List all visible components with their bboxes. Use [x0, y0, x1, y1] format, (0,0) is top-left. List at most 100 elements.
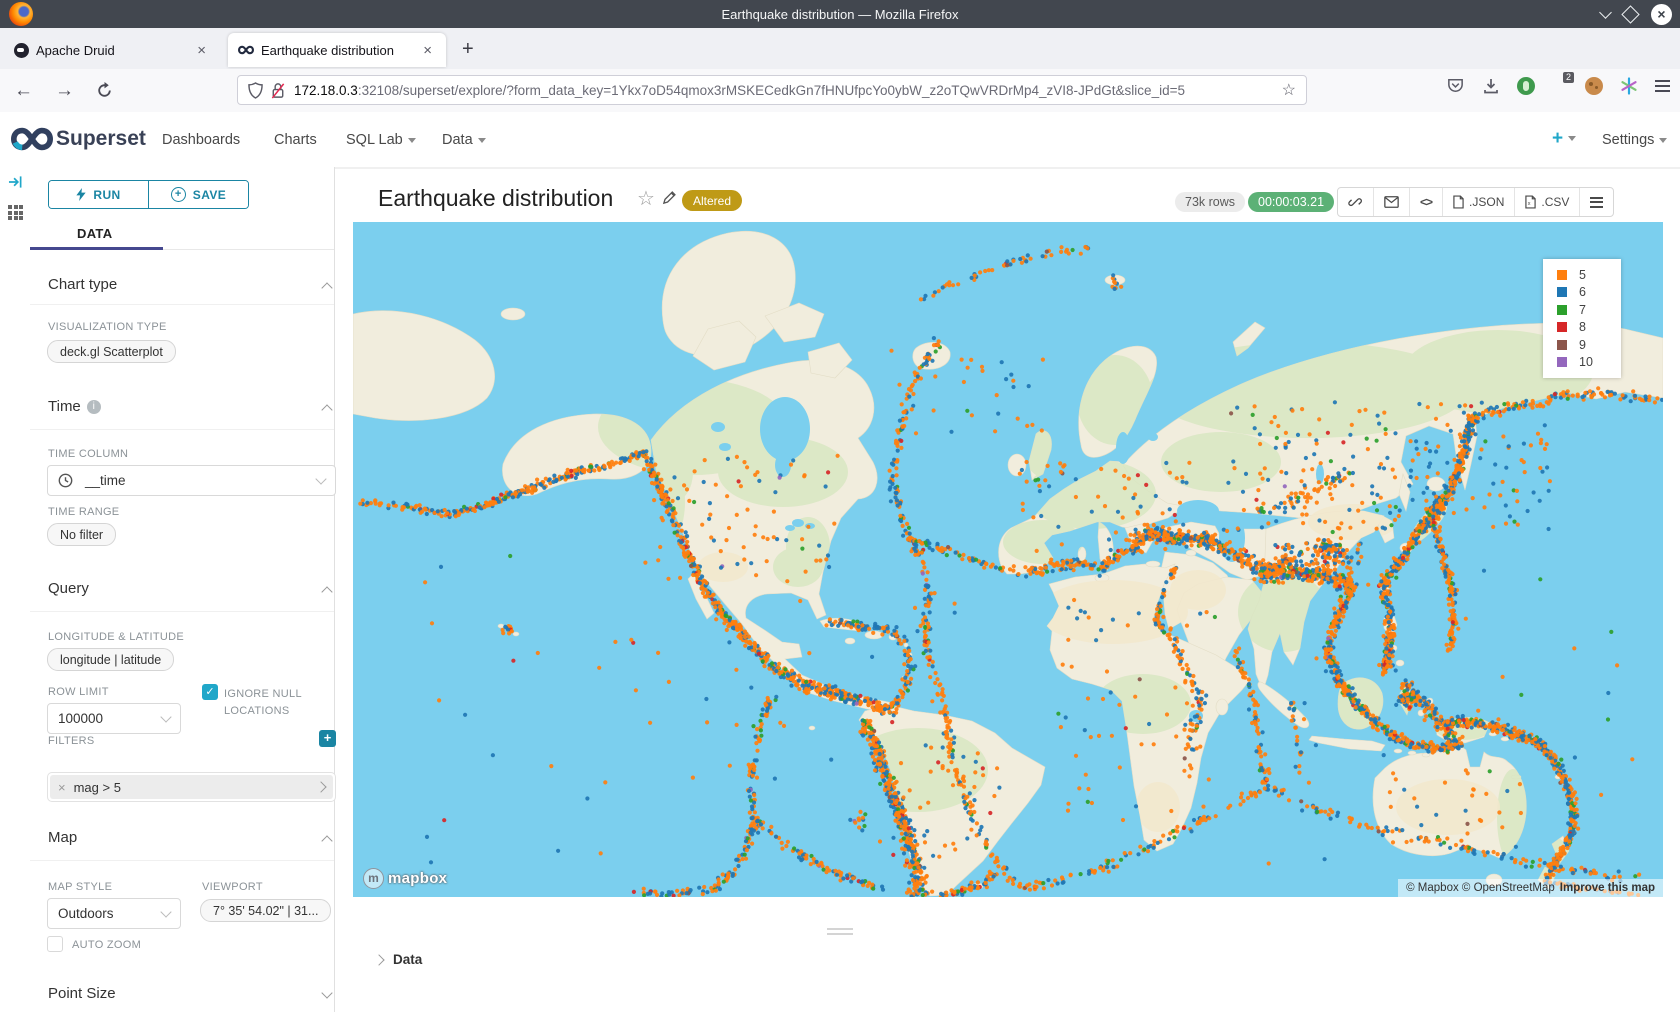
nav-data[interactable]: Data	[442, 132, 486, 148]
world-map[interactable]	[353, 222, 1663, 897]
email-button[interactable]	[1373, 188, 1409, 216]
auto-zoom-checkbox[interactable]	[47, 936, 63, 952]
run-button[interactable]: RUN	[49, 181, 148, 208]
brand-name[interactable]: Superset	[56, 127, 146, 151]
superset-logo[interactable]	[11, 126, 53, 152]
divider	[30, 860, 334, 861]
chevron-up-icon[interactable]	[321, 835, 332, 846]
dataset-grid-icon[interactable]	[8, 205, 23, 220]
chevron-right-icon	[373, 954, 384, 965]
svg-text:x: x	[1528, 201, 1531, 207]
nav-dashboards[interactable]: Dashboards	[162, 132, 240, 148]
improve-map-link[interactable]: Improve this map	[1560, 882, 1655, 894]
legend-swatch	[1557, 357, 1567, 367]
remove-filter-icon[interactable]: ×	[58, 780, 66, 795]
section-map[interactable]: Map	[48, 829, 77, 846]
firefox-window: Earthquake distribution — Mozilla Firefo…	[0, 0, 1680, 1012]
favorite-star-icon[interactable]: ☆	[637, 186, 655, 211]
ignore-null-checkbox[interactable]: ✓	[202, 684, 218, 700]
viewport-value[interactable]: 7° 35' 54.02" | 31...	[200, 899, 331, 922]
tab-apache-druid[interactable]: Apache Druid ×	[4, 33, 220, 67]
chart-menu-button[interactable]	[1579, 188, 1613, 216]
chevron-down-icon	[160, 711, 171, 722]
map-style-select[interactable]: Outdoors	[47, 898, 181, 929]
lock-insecure-icon[interactable]	[271, 82, 285, 99]
filter-chip[interactable]: × mag > 5	[50, 775, 333, 799]
legend-label: 9	[1579, 338, 1586, 352]
edit-pencil-icon[interactable]	[662, 190, 677, 205]
export-csv-button[interactable]: x .CSV	[1514, 188, 1579, 216]
shield-icon[interactable]	[248, 82, 263, 99]
window-maximize-icon[interactable]	[1621, 5, 1639, 23]
back-button[interactable]: ←	[14, 80, 33, 102]
section-query[interactable]: Query	[48, 580, 89, 597]
window-close-icon[interactable]: ×	[1651, 4, 1672, 25]
lonlat-value[interactable]: longitude | latitude	[47, 648, 174, 671]
section-point-size[interactable]: Point Size	[48, 985, 116, 1002]
mapbox-logo[interactable]: m mapbox	[363, 868, 447, 889]
mapbox-wordmark: mapbox	[388, 870, 447, 887]
embed-code-button[interactable]: <>	[1409, 188, 1442, 216]
collapse-panel-icon[interactable]	[8, 175, 23, 189]
chevron-up-icon[interactable]	[321, 586, 332, 597]
cookie-extension-icon[interactable]	[1585, 77, 1603, 95]
left-rail	[0, 167, 31, 1012]
tab-data[interactable]: DATA	[77, 226, 112, 241]
menu-icon[interactable]	[1655, 80, 1670, 92]
lonlat-label: LONGITUDE & LATITUDE	[48, 631, 184, 643]
chevron-up-icon[interactable]	[321, 282, 332, 293]
new-tab-button[interactable]: +	[462, 38, 474, 61]
reload-button[interactable]	[96, 82, 113, 99]
download-icon[interactable]	[1482, 77, 1500, 95]
viz-type-value[interactable]: deck.gl Scatterplot	[47, 340, 176, 363]
code-icon: <>	[1420, 195, 1432, 209]
window-title: Earthquake distribution — Mozilla Firefo…	[0, 7, 1680, 22]
data-panel-title: Data	[393, 952, 422, 967]
export-json-button[interactable]: .JSON	[1442, 188, 1514, 216]
legend-row: 9	[1557, 336, 1621, 354]
row-count-badge: 73k rows	[1175, 192, 1245, 212]
filter-value: mag > 5	[74, 780, 121, 795]
envelope-icon	[1384, 196, 1399, 208]
chevron-right-icon[interactable]	[315, 781, 326, 792]
mapbox-icon: m	[363, 868, 384, 889]
tab-close-icon[interactable]: ×	[193, 42, 210, 59]
section-time[interactable]: Timei	[48, 398, 101, 415]
settings-menu[interactable]: Settings	[1602, 132, 1667, 148]
chevron-up-icon[interactable]	[321, 404, 332, 415]
chevron-down-icon[interactable]	[321, 987, 332, 998]
section-chart-type[interactable]: Chart type	[48, 276, 117, 293]
time-column-select[interactable]: __time	[47, 465, 336, 496]
nav-sql-lab[interactable]: SQL Lab	[346, 132, 416, 148]
time-column-label: TIME COLUMN	[48, 448, 128, 460]
extension-asterisk-icon[interactable]	[1620, 77, 1638, 95]
deckgl-scatterplot-map[interactable]: 5678910 m mapbox © Mapbox © OpenStreetMa…	[353, 222, 1663, 897]
add-filter-button[interactable]: +	[319, 730, 336, 747]
tab-close-icon[interactable]: ×	[419, 42, 436, 59]
chevron-down-icon	[315, 473, 326, 484]
clock-icon	[58, 473, 73, 488]
chevron-down-icon	[1568, 136, 1576, 141]
window-minimize-icon[interactable]	[1599, 6, 1612, 19]
data-panel-header[interactable]: Data	[375, 952, 422, 967]
extension-shield-icon[interactable]: 2	[1552, 77, 1568, 95]
add-new-button[interactable]: +	[1552, 128, 1576, 150]
url-bar[interactable]: 172.18.0.3 :32108/superset/explore/?form…	[237, 75, 1307, 105]
legend-swatch	[1557, 287, 1567, 297]
forward-button[interactable]: →	[55, 80, 74, 102]
browser-toolbar: ← → 172.18.0.3 :32108/superset/explore/?…	[0, 69, 1680, 113]
chevron-down-icon	[478, 138, 486, 143]
pocket-icon[interactable]	[1446, 76, 1465, 95]
tab-earthquake-distribution[interactable]: Earthquake distribution ×	[228, 33, 446, 67]
file-icon	[1453, 195, 1464, 209]
time-range-value[interactable]: No filter	[47, 523, 116, 546]
extension-green-icon[interactable]	[1517, 77, 1535, 95]
bookmark-star-icon[interactable]: ☆	[1282, 80, 1296, 100]
panel-drag-handle[interactable]	[827, 928, 853, 938]
save-button[interactable]: + SAVE	[148, 181, 248, 208]
url-path: :32108/superset/explore/?form_data_key=1…	[358, 83, 1274, 98]
copy-link-button[interactable]	[1338, 188, 1373, 216]
row-limit-select[interactable]: 100000	[47, 703, 181, 734]
window-titlebar: Earthquake distribution — Mozilla Firefo…	[0, 0, 1680, 28]
nav-charts[interactable]: Charts	[274, 132, 317, 148]
